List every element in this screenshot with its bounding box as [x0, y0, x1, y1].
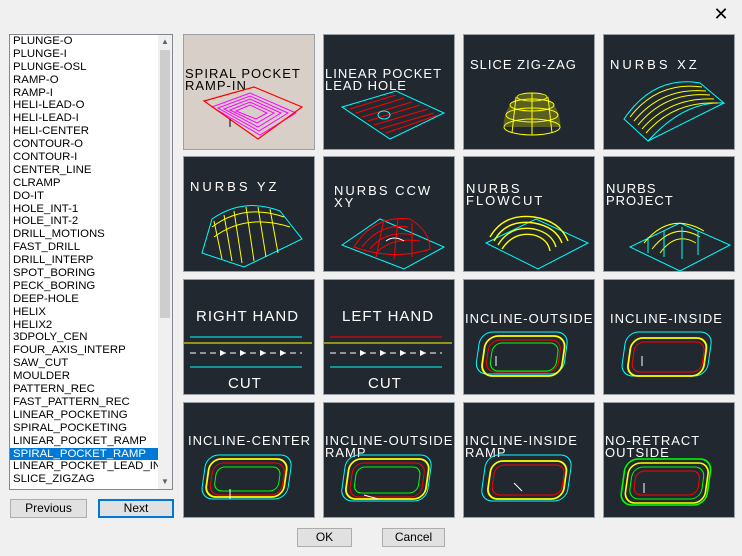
incline-rect-icon	[475, 331, 568, 377]
previous-button[interactable]: Previous	[10, 499, 87, 518]
projection-icon	[628, 222, 732, 271]
macro-list[interactable]: PLUNGE-O PLUNGE-I PLUNGE-OSL RAMP-O RAMP-I HE…	[10, 35, 160, 489]
list-item[interactable]: HELI-LEAD-I	[10, 112, 160, 125]
list-item[interactable]: DEEP-HOLE	[10, 293, 160, 306]
nurbs-surface-icon	[340, 218, 446, 270]
incline-rect-icon	[621, 331, 712, 377]
vertical-scrollbar[interactable]: ▲ ▼	[158, 35, 172, 489]
list-item[interactable]: FAST_DRILL	[10, 241, 160, 254]
close-icon[interactable]: ✕	[708, 4, 734, 26]
incline-rect-icon	[341, 454, 432, 502]
tile-slice-zig-zag[interactable]: SLICE ZIG-ZAG	[463, 34, 595, 150]
nurbs-surface-icon	[201, 205, 303, 268]
tile-linear-pocket-lead-hole[interactable]: LINEAR POCKET LEAD HOLE	[323, 34, 455, 150]
incline-rect-icon	[620, 458, 712, 506]
tile-incline-center[interactable]: INCLINE-CENTER	[183, 402, 315, 518]
list-item[interactable]: LINEAR_POCKETING	[10, 409, 160, 422]
tile-incline-inside[interactable]: INCLINE-INSIDE	[603, 279, 735, 395]
tile-left-hand-cut[interactable]: LEFT HAND CUT	[323, 279, 455, 395]
list-item[interactable]: CLRAMP	[10, 177, 160, 190]
ok-button[interactable]: OK	[297, 528, 352, 547]
list-item[interactable]: HELIX2	[10, 319, 160, 332]
list-item[interactable]: SPIRAL_POCKET_RAMP	[10, 447, 160, 461]
tile-nurbs-ccw-xy[interactable]: NURBS CCW XY	[323, 156, 455, 272]
tile-no-retract-outside[interactable]: NO-RETRACT OUTSIDE	[603, 402, 735, 518]
list-item[interactable]: SAW_CUT	[10, 357, 160, 370]
list-item[interactable]: PLUNGE-I	[10, 48, 160, 61]
list-item[interactable]: DO-IT	[10, 190, 160, 203]
list-item[interactable]: FOUR_AXIS_INTERP	[10, 344, 160, 357]
hemisphere-icon	[503, 92, 561, 136]
list-item[interactable]: SLICE_ZIGZAG	[10, 473, 160, 486]
list-item[interactable]: HELI-LEAD-O	[10, 99, 160, 112]
list-item[interactable]: CONTOUR-I	[10, 151, 160, 164]
list-item[interactable]: DRILL_INTERP	[10, 254, 160, 267]
list-item[interactable]: RAMP-I	[10, 87, 160, 100]
list-item[interactable]: RAMP-O	[10, 74, 160, 87]
list-item[interactable]: DRILL_MOTIONS	[10, 228, 160, 241]
tile-spiral-pocket-ramp-in[interactable]: SPIRAL POCKET RAMP-IN	[183, 34, 315, 150]
tile-incline-inside-ramp[interactable]: INCLINE-INSIDE RAMP	[463, 402, 595, 518]
list-item[interactable]: CONTOUR-O	[10, 138, 160, 151]
spiral-pocket-icon	[202, 86, 304, 140]
tile-nurbs-flowcut[interactable]: NURBS FLOWCUT	[463, 156, 595, 272]
incline-rect-icon	[481, 454, 572, 502]
next-button[interactable]: Next	[98, 499, 174, 518]
right-hand-cut-icon	[184, 336, 312, 368]
left-hand-cut-icon	[324, 336, 452, 368]
list-item[interactable]: 3DPOLY_CEN	[10, 331, 160, 344]
tile-nurbs-project[interactable]: NURBS PROJECT	[603, 156, 735, 272]
list-item[interactable]: LINEAR_POCKET_LEAD_IN	[10, 460, 160, 473]
list-item[interactable]: LINEAR_POCKET_RAMP	[10, 435, 160, 448]
list-item[interactable]: MOULDER	[10, 370, 160, 383]
list-item[interactable]: CENTER_LINE	[10, 164, 160, 177]
list-item[interactable]: PLUNGE-OSL	[10, 61, 160, 74]
flowcut-icon	[484, 215, 590, 270]
macro-listbox[interactable]: PLUNGE-O PLUNGE-I PLUNGE-OSL RAMP-O RAMP-I HE…	[9, 34, 173, 490]
list-item[interactable]: SPOT_BORING	[10, 267, 160, 280]
tile-incline-outside[interactable]: INCLINE-OUTSIDE	[463, 279, 595, 395]
list-item[interactable]: HELI-CENTER	[10, 125, 160, 138]
incline-rect-icon	[201, 454, 292, 500]
cancel-button[interactable]: Cancel	[382, 528, 445, 547]
list-item[interactable]: HOLE_INT-1	[10, 203, 160, 216]
tile-nurbs-xz[interactable]: NURBS XZ	[603, 34, 735, 150]
list-item[interactable]: FAST_PATTERN_REC	[10, 396, 160, 409]
scroll-up-icon[interactable]: ▲	[158, 35, 172, 49]
list-item[interactable]: PLUNGE-O	[10, 35, 160, 48]
list-item[interactable]: PATTERN_REC	[10, 383, 160, 396]
linear-pocket-icon	[340, 90, 446, 140]
tile-nurbs-yz[interactable]: NURBS YZ	[183, 156, 315, 272]
tile-right-hand-cut[interactable]: RIGHT HAND CUT	[183, 279, 315, 395]
list-item[interactable]: HOLE_INT-2	[10, 215, 160, 228]
tile-incline-outside-ramp[interactable]: INCLINE-OUTSIDE RAMP	[323, 402, 455, 518]
list-item[interactable]: SPIRAL_POCKETING	[10, 422, 160, 435]
scroll-thumb[interactable]	[160, 50, 170, 318]
list-item[interactable]: PECK_BORING	[10, 280, 160, 293]
scroll-down-icon[interactable]: ▼	[158, 475, 172, 489]
nurbs-surface-icon	[623, 81, 726, 142]
list-item[interactable]: HELIX	[10, 306, 160, 319]
